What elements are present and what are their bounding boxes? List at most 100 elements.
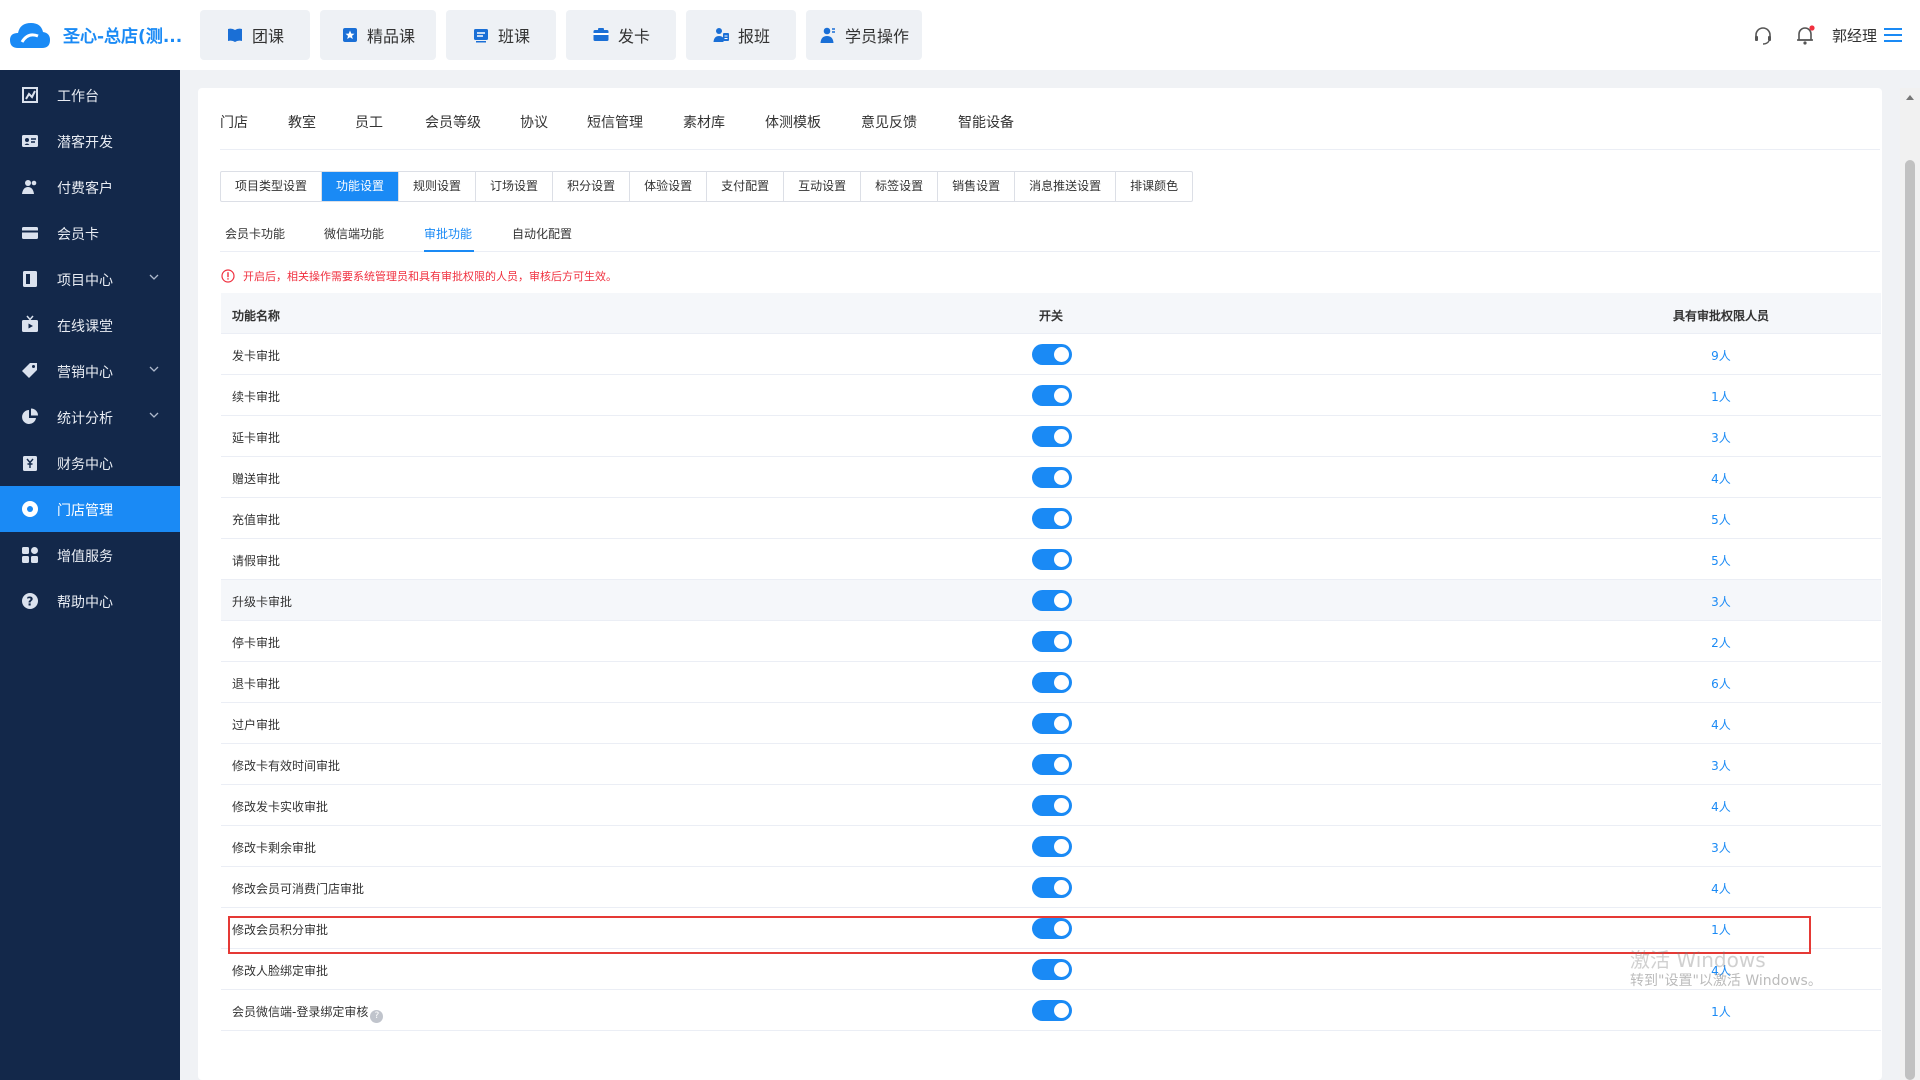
menu-icon[interactable]	[1882, 24, 1904, 46]
approval-toggle[interactable]	[1032, 385, 1072, 406]
sidebar-item-1[interactable]: 工作台	[0, 72, 180, 118]
approver-count-link[interactable]: 5人	[1691, 511, 1751, 528]
tab-level2-10[interactable]: 销售设置	[938, 172, 1016, 201]
approver-count-link[interactable]: 3人	[1691, 757, 1751, 774]
approver-count-link[interactable]: 4人	[1691, 798, 1751, 815]
header-name: 功能名称	[232, 309, 281, 323]
dashboard-icon	[22, 87, 38, 103]
quick-action-6[interactable]: 学员操作	[806, 10, 922, 60]
approver-count-link[interactable]: 5人	[1691, 552, 1751, 569]
sidebar-item-6[interactable]: 在线课堂	[0, 302, 180, 348]
user-name[interactable]: 郭经理	[1832, 25, 1877, 46]
sidebar-item-4[interactable]: 会员卡	[0, 210, 180, 256]
approver-count-link[interactable]: 3人	[1691, 839, 1751, 856]
approver-count-link[interactable]: 4人	[1691, 880, 1751, 897]
tab-level2-1[interactable]: 项目类型设置	[221, 172, 323, 201]
tab-level1-3[interactable]: 员工	[355, 112, 383, 132]
approver-count-link[interactable]: 9人	[1691, 347, 1751, 364]
tab-level2-8[interactable]: 互动设置	[784, 172, 862, 201]
quick-action-4[interactable]: 发卡	[566, 10, 676, 60]
bell-icon[interactable]	[1794, 24, 1816, 46]
approval-toggle[interactable]	[1032, 549, 1072, 570]
tab-level1-4[interactable]: 会员等级	[425, 112, 481, 132]
store-name[interactable]: 圣心-总店(测...	[63, 22, 182, 47]
sidebar-item-10[interactable]: 门店管理	[0, 486, 180, 532]
approval-toggle[interactable]	[1032, 672, 1072, 693]
tab-level1-10[interactable]: 智能设备	[958, 112, 1014, 132]
tab-level2-6[interactable]: 体验设置	[630, 172, 708, 201]
project-icon	[23, 271, 37, 287]
approval-toggle[interactable]	[1032, 754, 1072, 775]
tab-level2-9[interactable]: 标签设置	[861, 172, 939, 201]
scroll-up-arrow[interactable]	[1906, 95, 1914, 100]
approver-count-link[interactable]: 4人	[1691, 716, 1751, 733]
sidebar-item-3[interactable]: 付费客户	[0, 164, 180, 210]
approval-toggle[interactable]	[1032, 877, 1072, 898]
store-icon	[22, 501, 38, 517]
top-right-tools: 郭经理	[1740, 0, 1920, 70]
sidebar-item-11[interactable]: 增值服务	[0, 532, 180, 578]
approval-toggle[interactable]	[1032, 795, 1072, 816]
sidebar-item-label: 财务中心	[57, 457, 113, 473]
approver-count-link[interactable]: 1人	[1691, 921, 1751, 938]
tab-level2-4[interactable]: 订场设置	[476, 172, 554, 201]
approver-count-link[interactable]: 1人	[1691, 1003, 1751, 1020]
sidebar-item-12[interactable]: ? 帮助中心	[0, 578, 180, 624]
tab-level1-1[interactable]: 门店	[220, 112, 248, 132]
tab-level2-2[interactable]: 功能设置	[322, 172, 400, 201]
approver-count-link[interactable]: 4人	[1691, 470, 1751, 487]
tab-level3-1[interactable]: 会员卡功能	[225, 225, 285, 242]
approver-count-link[interactable]: 2人	[1691, 634, 1751, 651]
quick-action-3[interactable]: 班课	[446, 10, 556, 60]
sidebar-item-label: 会员卡	[57, 227, 99, 243]
approval-toggle[interactable]	[1032, 836, 1072, 857]
tab-level1-9[interactable]: 意见反馈	[861, 112, 917, 132]
tab-level1-6[interactable]: 短信管理	[587, 112, 643, 132]
approval-toggle[interactable]	[1032, 959, 1072, 980]
sidebar-item-8[interactable]: 统计分析	[0, 394, 180, 440]
function-name: 修改发卡实收审批	[232, 798, 328, 815]
function-name: 请假审批	[232, 552, 280, 569]
approval-toggle[interactable]	[1032, 631, 1072, 652]
approval-toggle[interactable]	[1032, 426, 1072, 447]
scrollbar-thumb[interactable]	[1905, 160, 1915, 1080]
function-name: 赠送审批	[232, 470, 280, 487]
question-icon[interactable]: ?	[370, 1010, 384, 1023]
quick-action-1[interactable]: 团课	[200, 10, 310, 60]
tab-level1-8[interactable]: 体测模板	[765, 112, 821, 132]
approval-toggle[interactable]	[1032, 713, 1072, 734]
headset-icon[interactable]	[1752, 24, 1774, 46]
tab-level2-11[interactable]: 消息推送设置	[1015, 172, 1117, 201]
quick-action-5[interactable]: 报班	[686, 10, 796, 60]
approval-toggle[interactable]	[1032, 1000, 1072, 1021]
approval-toggle[interactable]	[1032, 918, 1072, 939]
tab-level1-2[interactable]: 教室	[288, 112, 316, 132]
tab-level2-3[interactable]: 规则设置	[399, 172, 477, 201]
quick-action-label: 报班	[737, 27, 770, 46]
approval-toggle[interactable]	[1032, 590, 1072, 611]
sidebar-item-7[interactable]: 营销中心	[0, 348, 180, 394]
sidebar-item-9[interactable]: 财务中心	[0, 440, 180, 486]
tab-level3-4[interactable]: 自动化配置	[512, 225, 572, 242]
approver-count-link[interactable]: 6人	[1691, 675, 1751, 692]
card-icon	[22, 227, 38, 239]
tab-level2-12[interactable]: 排课颜色	[1116, 172, 1192, 201]
tab-level2-5[interactable]: 积分设置	[553, 172, 631, 201]
tab-level1-7[interactable]: 素材库	[683, 112, 725, 132]
approver-count-link[interactable]: 1人	[1691, 388, 1751, 405]
approval-toggle[interactable]	[1032, 467, 1072, 488]
approver-count-link[interactable]: 3人	[1691, 429, 1751, 446]
quick-action-2[interactable]: 精品课	[320, 10, 436, 60]
tab-level2-7[interactable]: 支付配置	[707, 172, 785, 201]
function-name-text: 升级卡审批	[232, 595, 293, 609]
approval-toggle[interactable]	[1032, 508, 1072, 529]
active-tab-underline	[424, 250, 474, 252]
sidebar-item-2[interactable]: 潜客开发	[0, 118, 180, 164]
tab-level3-3[interactable]: 审批功能	[424, 225, 472, 242]
quick-action-label: 精品课	[366, 27, 415, 46]
approval-toggle[interactable]	[1032, 344, 1072, 365]
approver-count-link[interactable]: 3人	[1691, 593, 1751, 610]
tab-level3-2[interactable]: 微信端功能	[324, 225, 384, 242]
tab-level1-5[interactable]: 协议	[520, 112, 548, 132]
sidebar-item-5[interactable]: 项目中心	[0, 256, 180, 302]
